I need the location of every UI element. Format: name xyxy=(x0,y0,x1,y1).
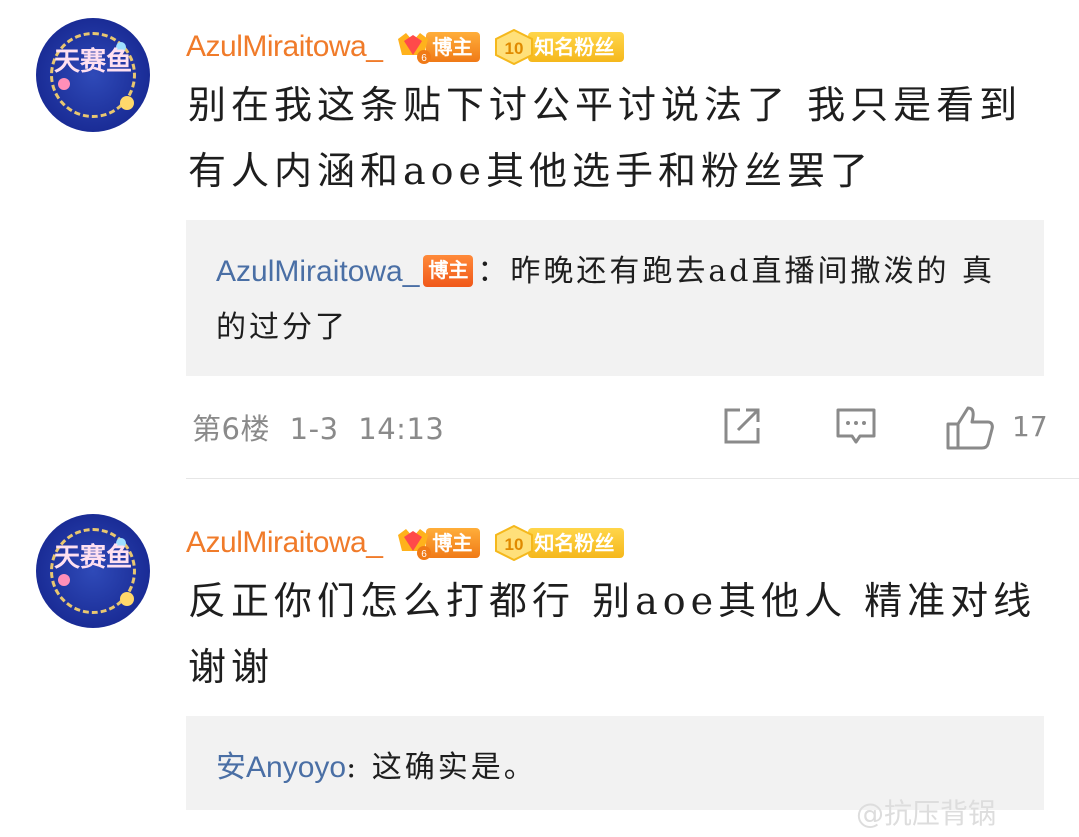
reply-text: : 这确实是。 xyxy=(346,750,537,785)
watermark: @抗压背锅 xyxy=(856,797,997,830)
like-count: 17 xyxy=(1012,410,1048,443)
thumbs-up-icon xyxy=(946,406,994,450)
fan-badge-label: 知名粉丝 xyxy=(528,32,625,62)
comment-button[interactable] xyxy=(834,404,878,452)
fan-badge: 10 知名粉丝 xyxy=(492,524,625,562)
like-button[interactable] xyxy=(944,404,996,456)
avatar-text: 天赛鱼 xyxy=(53,47,132,77)
comment-header: AzulMiraitowa_ 6 博主 10 知名粉丝 xyxy=(186,520,625,566)
avatar-decoration xyxy=(58,574,70,586)
avatar[interactable]: 天赛鱼 xyxy=(36,18,150,132)
username[interactable]: AzulMiraitowa_ xyxy=(186,30,383,64)
host-badge-label: 博主 xyxy=(426,32,481,62)
fan-level-icon: 10 xyxy=(492,28,536,66)
share-icon xyxy=(724,408,760,444)
share-button[interactable] xyxy=(720,404,764,452)
svg-text:6: 6 xyxy=(422,549,428,560)
floor-number: 第6楼 xyxy=(192,412,270,446)
avatar-decoration xyxy=(58,78,70,90)
comment-time: 14:13 xyxy=(358,412,445,446)
diamond-crown-icon: 6 xyxy=(394,525,432,561)
svg-text:6: 6 xyxy=(422,53,428,64)
fan-level-number: 10 xyxy=(505,39,524,58)
fan-badge: 10 知名粉丝 xyxy=(492,28,625,66)
fan-level-number: 10 xyxy=(505,535,524,554)
avatar-decoration xyxy=(120,96,134,110)
reply-username[interactable]: AzulMiraitowa_ xyxy=(216,255,419,288)
reply-box[interactable]: AzulMiraitowa_ 博主 ：昨晚还有跑去ad直播间撒泼的 真的过分了 xyxy=(186,220,1044,376)
comment-date: 1-3 xyxy=(289,412,339,446)
comment-icon xyxy=(836,408,876,444)
diamond-crown-icon: 6 xyxy=(394,29,432,65)
avatar-text: 天赛鱼 xyxy=(53,543,132,573)
username[interactable]: AzulMiraitowa_ xyxy=(186,526,383,560)
fan-badge-label: 知名粉丝 xyxy=(528,528,625,558)
comment-text: 反正你们怎么打都行 别aoe其他人 精准对线 谢谢 xyxy=(188,579,1037,689)
avatar[interactable]: 天赛鱼 xyxy=(36,514,150,628)
comment-header: AzulMiraitowa_ 6 博主 10 知名粉丝 xyxy=(186,24,625,70)
fan-level-icon: 10 xyxy=(492,524,536,562)
avatar-decoration xyxy=(120,592,134,606)
host-badge: 6 博主 xyxy=(394,525,481,561)
divider xyxy=(186,478,1079,479)
reply-username[interactable]: 安Anyoyo xyxy=(216,751,346,784)
host-badge: 6 博主 xyxy=(394,29,481,65)
host-badge-label: 博主 xyxy=(426,528,481,558)
comment-text: 别在我这条贴下讨公平讨说法了 我只是看到有人内涵和aoe其他选手和粉丝罢了 xyxy=(188,83,1023,193)
reply-host-badge: 博主 xyxy=(423,255,474,287)
comment-meta: 第6楼 1-3 14:13 xyxy=(192,406,454,448)
